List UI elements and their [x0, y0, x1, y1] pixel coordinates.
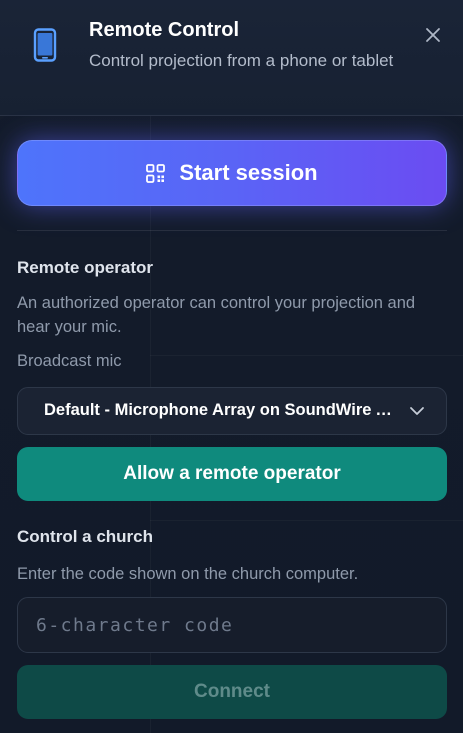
connect-button[interactable]: Connect [17, 665, 447, 719]
panel-subtitle: Control projection from a phone or table… [89, 51, 394, 70]
panel-title: Remote Control [89, 19, 239, 41]
control-church-heading: Control a church [17, 527, 154, 546]
panel-header: Remote Control Control projection from a… [0, 0, 463, 116]
section-divider [17, 230, 447, 231]
allow-remote-operator-button[interactable]: Allow a remote operator [17, 447, 447, 501]
remote-operator-description: An authorized operator can control your … [17, 294, 416, 336]
remote-control-panel: Remote Control Control projection from a… [0, 0, 463, 733]
remote-operator-heading: Remote operator [17, 258, 154, 277]
control-church-description: Enter the code shown on the church compu… [17, 565, 359, 583]
close-icon[interactable] [420, 22, 446, 48]
connect-label: Connect [194, 681, 270, 702]
phone-icon [33, 28, 57, 62]
broadcast-mic-label: Broadcast mic [17, 352, 122, 370]
church-code-input[interactable] [17, 597, 447, 653]
chevron-down-icon [410, 407, 424, 415]
start-session-label: Start session [179, 160, 318, 185]
allow-remote-operator-label: Allow a remote operator [123, 463, 341, 484]
qr-code-icon [146, 163, 166, 183]
start-session-button[interactable]: Start session [17, 140, 447, 206]
broadcast-mic-select[interactable]: Default - Microphone Array on SoundWire … [17, 387, 447, 435]
broadcast-mic-value: Default - Microphone Array on SoundWire … [44, 401, 394, 419]
